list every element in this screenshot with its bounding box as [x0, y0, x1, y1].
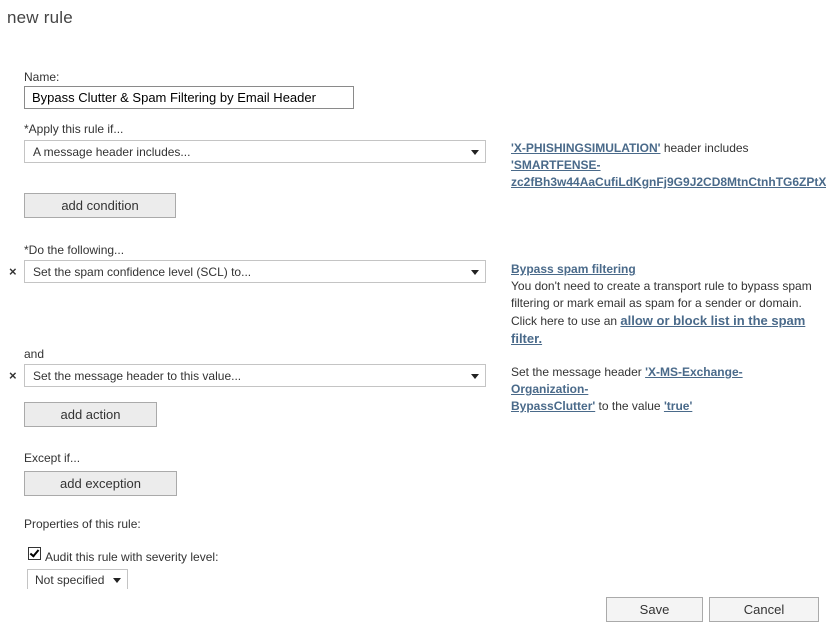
action1-desc-line1: You don't need to create a transport rul… [511, 279, 812, 293]
chevron-down-icon [471, 150, 479, 155]
chevron-down-icon [471, 374, 479, 379]
severity-select[interactable]: Not specified [27, 569, 128, 589]
condition-desc-text: header includes [660, 141, 749, 155]
action1-desc-line3: Click here to use an [511, 314, 621, 328]
action2-desc-text2: to the value [595, 399, 664, 413]
audit-label: Audit this rule with severity level: [45, 550, 219, 564]
header-value-link[interactable]: 'true' [664, 399, 692, 413]
condition-select[interactable]: A message header includes... [24, 140, 486, 163]
bypass-spam-filtering-link[interactable]: Bypass spam filtering [511, 262, 636, 276]
rule-name-input[interactable] [24, 86, 354, 109]
condition-header-value-link-cont[interactable]: zc2fBh3w44AaCufiLdKgnFj9G9J2CD8MtnCtnhTG… [511, 175, 826, 189]
dialog-title: new rule [7, 8, 73, 27]
action1-select[interactable]: Set the spam confidence level (SCL) to..… [24, 260, 486, 283]
action2-description: Set the message header 'X-MS-Exchange-Or… [511, 364, 816, 415]
remove-action2-icon[interactable]: × [9, 369, 17, 382]
condition-select-value: A message header includes... [33, 145, 191, 159]
and-label: and [24, 347, 45, 361]
chevron-down-icon [471, 270, 479, 275]
action1-select-value: Set the spam confidence level (SCL) to..… [33, 265, 252, 279]
audit-checkbox[interactable] [28, 547, 41, 560]
checkmark-icon [29, 547, 40, 558]
name-label: Name: [24, 70, 60, 84]
action1-description: Bypass spam filtering You don't need to … [511, 261, 816, 348]
action2-select[interactable]: Set the message header to this value... [24, 364, 486, 387]
allow-block-list-link[interactable]: allow or block list in the spam [620, 313, 805, 328]
remove-action1-icon[interactable]: × [9, 265, 17, 278]
condition-header-value-link[interactable]: 'SMARTFENSE- [511, 158, 601, 172]
save-button[interactable]: Save [606, 597, 703, 622]
exception-label: Except if... [24, 451, 81, 465]
add-action-button[interactable]: add action [24, 402, 157, 427]
action1-desc-line2: filtering or mark email as spam for a se… [511, 296, 802, 310]
condition-description: 'X-PHISHINGSIMULATION' header includes '… [511, 140, 826, 191]
condition-label: *Apply this rule if... [24, 122, 124, 136]
add-exception-button[interactable]: add exception [24, 471, 177, 496]
message-header-name-link-cont[interactable]: BypassClutter' [511, 399, 595, 413]
properties-label: Properties of this rule: [24, 517, 141, 531]
condition-header-name-link[interactable]: 'X-PHISHINGSIMULATION' [511, 141, 660, 155]
action2-select-value: Set the message header to this value... [33, 369, 242, 383]
severity-select-value: Not specified [35, 573, 105, 587]
allow-block-list-link-cont[interactable]: filter. [511, 331, 542, 346]
action2-desc-text1: Set the message header [511, 365, 646, 379]
add-condition-button[interactable]: add condition [24, 193, 176, 218]
actions-label: *Do the following... [24, 243, 125, 257]
chevron-down-icon [113, 578, 121, 583]
cancel-button[interactable]: Cancel [709, 597, 819, 622]
